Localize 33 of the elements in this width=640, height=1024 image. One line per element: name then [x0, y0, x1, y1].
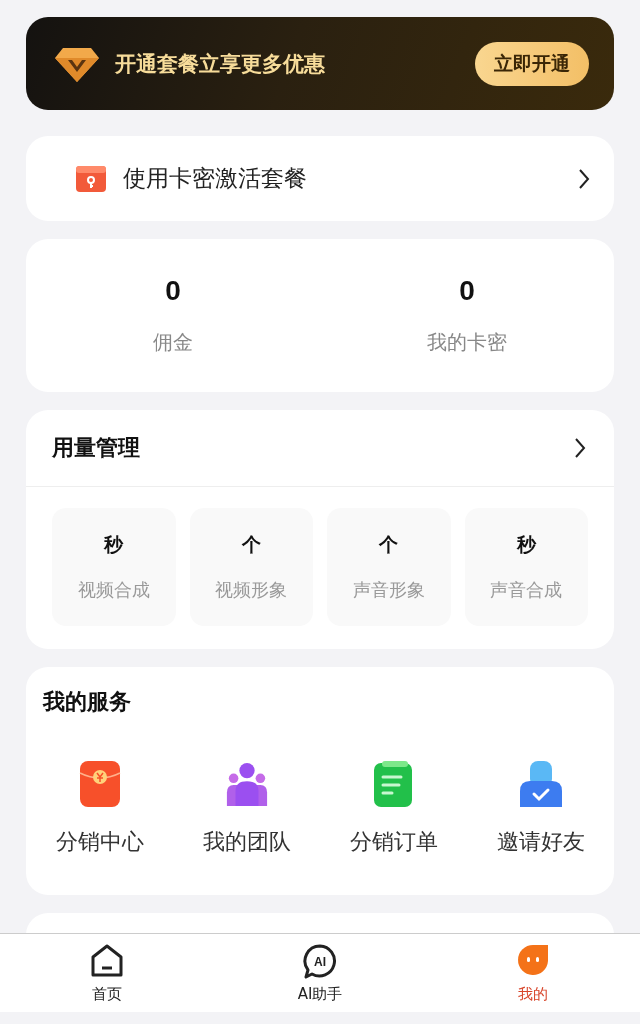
- chevron-right-icon: [578, 167, 590, 190]
- diamond-icon: [55, 45, 99, 82]
- user-check-icon[interactable]: [518, 761, 563, 807]
- team-icon[interactable]: [224, 761, 269, 807]
- chat-bubble-icon: AI: [302, 942, 338, 979]
- usage-label: 视频形象: [215, 578, 288, 602]
- tab-bar-item[interactable]: AI AI助手: [213, 934, 427, 1012]
- usage-label: 声音形象: [352, 578, 425, 602]
- chevron-right-icon[interactable]: [574, 437, 586, 459]
- service-label[interactable]: 邀请好友: [496, 827, 585, 857]
- stat-label: 佣金: [153, 329, 193, 356]
- key-card-icon: [76, 165, 106, 192]
- service-label[interactable]: 分销中心: [55, 827, 144, 857]
- service-label[interactable]: 我的团队: [202, 827, 291, 857]
- money-envelope-icon[interactable]: [77, 761, 122, 807]
- stat-value: 0: [165, 275, 181, 307]
- open-now-button[interactable]: 立即开通: [475, 41, 589, 86]
- tab-bar-item[interactable]: 首页: [0, 934, 214, 1012]
- usage-unit: 秒: [104, 532, 124, 557]
- stat-label: 我的卡密: [427, 329, 507, 356]
- service-label[interactable]: 分销订单: [349, 827, 438, 857]
- tab-bar-item[interactable]: 我的: [426, 934, 640, 1012]
- usage-label: 声音合成: [490, 578, 563, 602]
- stat-value: 0: [459, 275, 475, 307]
- section-title: 我的服务: [43, 688, 132, 716]
- section-title: 用量管理: [52, 434, 140, 462]
- usage-unit: 个: [379, 532, 399, 557]
- activate-label: 使用卡密激活套餐: [123, 164, 308, 193]
- usage-unit: 秒: [516, 532, 536, 557]
- activate-row[interactable]: 使用卡密激活套餐: [26, 136, 614, 221]
- usage-label: 视频合成: [77, 578, 150, 602]
- usage-unit: 个: [241, 532, 261, 557]
- promo-text: 开通套餐立享更多优惠: [115, 50, 326, 78]
